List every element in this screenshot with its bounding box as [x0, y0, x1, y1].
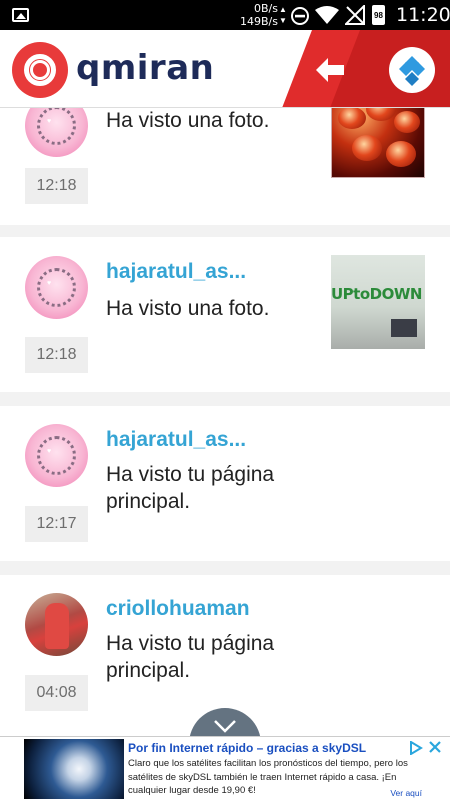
activity-message: Ha visto una foto.: [106, 109, 270, 132]
activity-time: 12:18: [25, 337, 88, 373]
activity-card[interactable]: ♥ hajaratul_as... Ha visto tu página pri…: [0, 406, 450, 561]
activity-card[interactable]: ♥ hajaratul_as... Ha visto una foto. 12:…: [0, 237, 450, 392]
no-signal-icon: [345, 5, 365, 25]
app-bar: qmiran: [0, 30, 450, 108]
activity-time: 04:08: [25, 675, 88, 711]
ad-banner[interactable]: Por fin Internet rápido – gracias a skyD…: [0, 736, 450, 800]
ad-satellite-image[interactable]: [24, 739, 124, 799]
uptodown-button[interactable]: [389, 47, 435, 93]
do-not-disturb-icon: [291, 7, 309, 25]
activity-time: 12:17: [25, 506, 88, 542]
adchoices-icon[interactable]: [408, 741, 424, 755]
status-bar: 0B/s 149B/s ▲ ▼ 98 11:20: [0, 0, 450, 30]
app-logo-text: qmiran: [76, 48, 215, 88]
thumbnail-sign-text: UPtoDOWN: [331, 285, 422, 303]
uptodown-logo-icon: [399, 56, 425, 86]
username-link[interactable]: hajaratul_as...: [106, 260, 246, 284]
wifi-icon: [315, 6, 339, 24]
activity-time: 12:18: [25, 168, 88, 204]
photo-thumbnail[interactable]: UPtoDOWN: [331, 255, 425, 349]
activity-feed[interactable]: ♥ Ha visto una foto. 12:18 ♥ hajaratul_a…: [0, 108, 450, 736]
activity-message: Ha visto tu página principal.: [106, 632, 275, 682]
net-up-speed: 0B/s: [254, 2, 278, 15]
clock: 11:20: [396, 4, 450, 26]
network-speed: 0B/s 149B/s: [238, 2, 278, 28]
chevron-down-icon: [214, 720, 236, 733]
close-icon[interactable]: [428, 740, 442, 754]
username-link[interactable]: hajaratul_as...: [106, 428, 246, 452]
qmiran-logo-icon[interactable]: [12, 42, 68, 98]
username-link[interactable]: criollohuaman: [106, 597, 250, 621]
activity-message: Ha visto tu página principal.: [106, 463, 275, 513]
user-avatar[interactable]: [25, 593, 88, 656]
user-avatar[interactable]: ♥: [25, 256, 88, 319]
activity-card[interactable]: ♥ Ha visto una foto. 12:18: [0, 108, 450, 225]
gallery-notification-icon: [12, 8, 29, 22]
activity-message: Ha visto una foto.: [106, 297, 270, 320]
user-avatar[interactable]: ♥: [25, 424, 88, 487]
net-down-speed: 149B/s: [240, 15, 278, 28]
photo-thumbnail[interactable]: [331, 108, 425, 178]
ad-more-link[interactable]: Ver aquí: [390, 788, 422, 798]
back-arrow-icon[interactable]: [312, 52, 348, 88]
user-avatar[interactable]: ♥: [25, 108, 88, 157]
data-activity-icon: ▲ ▼: [279, 5, 287, 25]
ad-title[interactable]: Por fin Internet rápido – gracias a skyD…: [128, 741, 366, 755]
ad-body: Claro que los satélites facilitan los pr…: [128, 758, 408, 796]
battery-icon: 98: [372, 5, 385, 25]
